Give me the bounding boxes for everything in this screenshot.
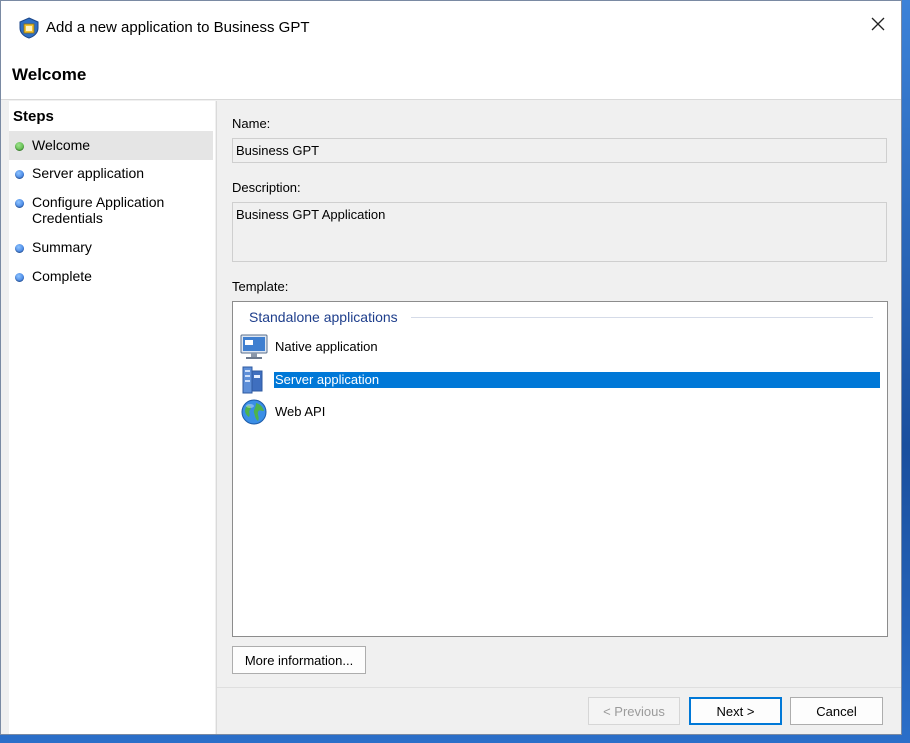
steps-panel: Steps Welcome Server application Configu…: [9, 101, 215, 734]
step-current-icon: [15, 142, 24, 151]
step-label: Welcome: [32, 137, 91, 153]
adfs-application-icon: [19, 17, 39, 39]
step-pending-icon: [15, 170, 24, 179]
step-summary[interactable]: Summary: [9, 239, 213, 255]
step-welcome[interactable]: Welcome: [9, 131, 213, 160]
footer-separator: [217, 687, 901, 688]
step-label: Server application: [32, 165, 145, 181]
step-pending-icon: [15, 273, 24, 282]
step-label: Complete: [32, 268, 92, 284]
web-api-globe-icon: [241, 399, 267, 425]
template-server-application[interactable]: Server application: [239, 365, 880, 394]
template-label: Web API: [275, 404, 326, 419]
steps-title: Steps: [13, 108, 54, 125]
template-native-application[interactable]: Native application: [239, 332, 880, 360]
server-application-icon: [242, 366, 263, 394]
previous-button[interactable]: < Previous: [588, 697, 680, 725]
template-group-header: Standalone applications: [249, 309, 398, 325]
name-field[interactable]: Business GPT: [232, 138, 887, 163]
more-information-button[interactable]: More information...: [232, 646, 366, 674]
native-application-icon: [240, 334, 268, 359]
step-label: Summary: [32, 239, 92, 255]
close-button[interactable]: [855, 1, 901, 47]
template-label: Server application: [274, 372, 880, 388]
panel-divider: [216, 101, 217, 734]
next-button[interactable]: Next >: [689, 697, 782, 725]
template-label: Template:: [232, 279, 289, 294]
page-header: Welcome: [1, 47, 901, 100]
cancel-button[interactable]: Cancel: [790, 697, 883, 725]
title-bar: Add a new application to Business GPT: [1, 1, 901, 47]
step-label: Configure Application Credentials: [32, 194, 165, 226]
step-server-application[interactable]: Server application: [9, 165, 213, 181]
page-title: Welcome: [12, 65, 87, 84]
step-pending-icon: [15, 199, 24, 208]
description-field[interactable]: Business GPT Application: [232, 202, 887, 262]
step-configure-credentials[interactable]: Configure Application Credentials: [9, 194, 213, 226]
wizard-dialog: Add a new application to Business GPT We…: [0, 0, 902, 735]
template-list[interactable]: Standalone applications Native applicati…: [232, 301, 888, 637]
template-web-api[interactable]: Web API: [239, 397, 880, 425]
description-label: Description:: [232, 180, 301, 195]
template-label: Native application: [275, 339, 378, 354]
close-icon: [871, 17, 885, 31]
step-complete[interactable]: Complete: [9, 268, 213, 284]
name-label: Name:: [232, 116, 271, 131]
group-divider: [411, 317, 873, 318]
window-title: Add a new application to Business GPT: [46, 19, 310, 36]
step-pending-icon: [15, 244, 24, 253]
